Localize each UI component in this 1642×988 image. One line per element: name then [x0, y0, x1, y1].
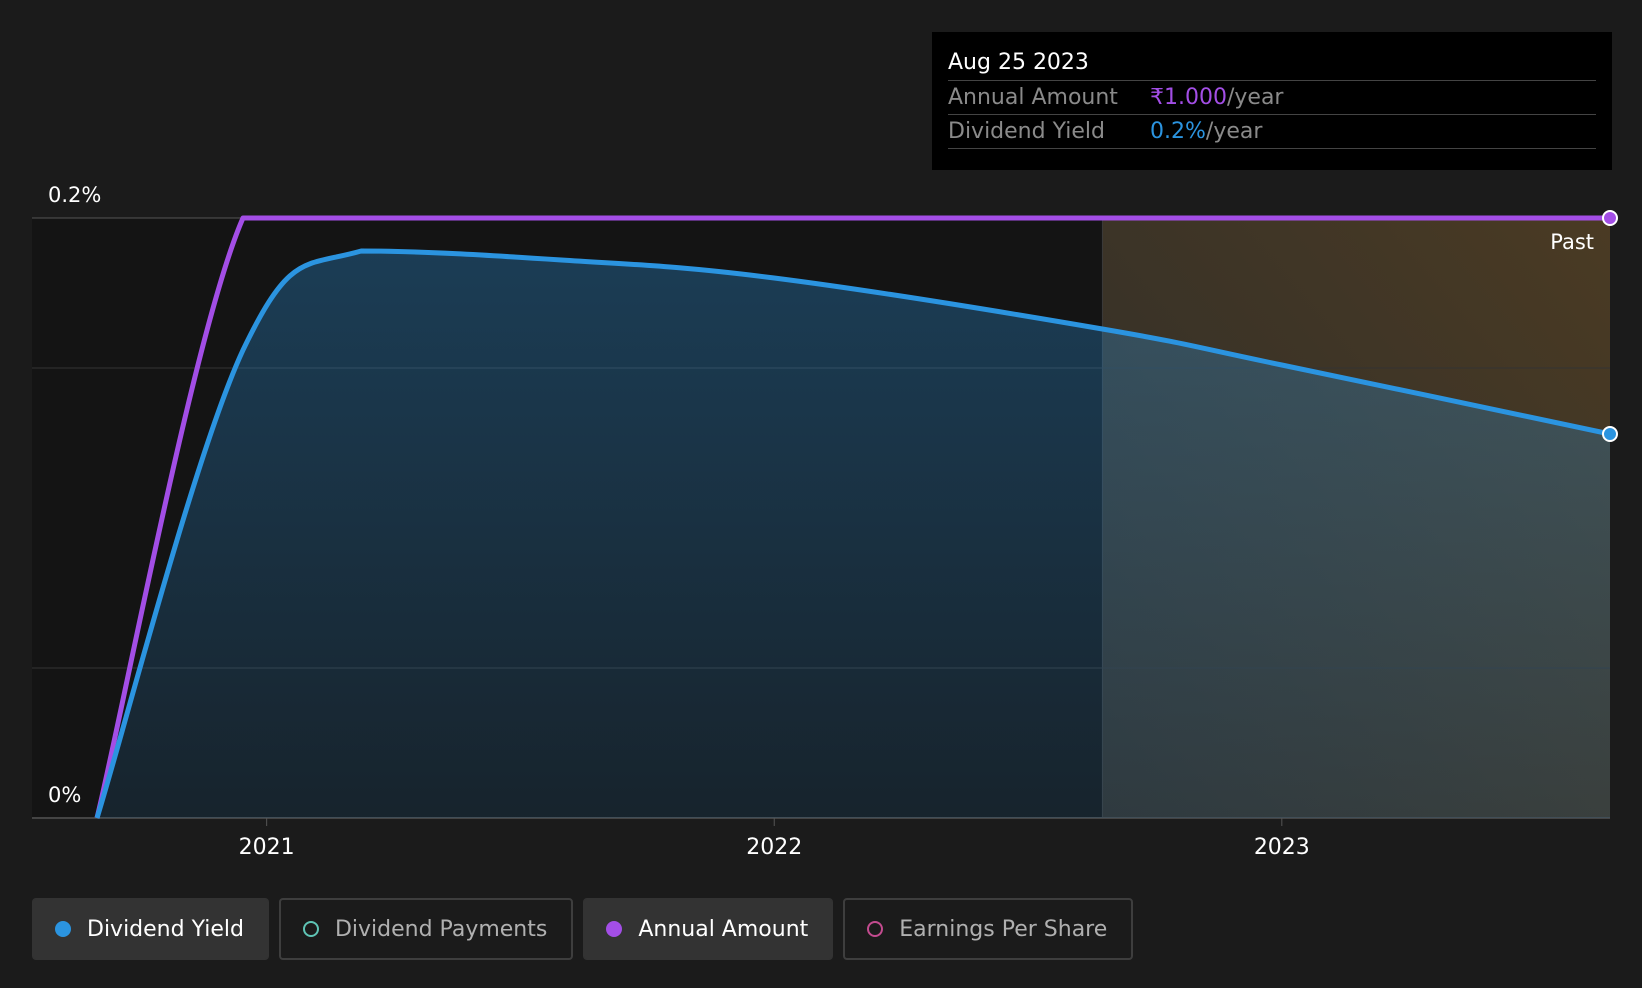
hover-tooltip: Aug 25 2023 Annual Amount ₹1.000 /year D… — [932, 32, 1612, 170]
legend-label: Dividend Payments — [334, 916, 548, 942]
tooltip-suffix: /year — [1226, 85, 1284, 110]
dividend-payments-ring-icon — [302, 921, 319, 937]
tooltip-date: Aug 25 2023 — [948, 48, 1596, 81]
past-label: Past — [1550, 230, 1594, 254]
earnings-per-share-ring-icon — [867, 921, 884, 937]
annual-amount-dot-icon — [606, 921, 623, 937]
tooltip-suffix: /year — [1205, 119, 1263, 144]
legend-item-annual-amount[interactable]: Annual Amount — [583, 898, 834, 960]
legend-item-dividend-payments[interactable]: Dividend Payments — [278, 898, 574, 960]
x-tick-label: 2023 — [1254, 835, 1310, 860]
tooltip-value: ₹1.000 — [1150, 85, 1227, 110]
legend-label: Dividend Yield — [87, 916, 244, 942]
tooltip-row-annual-amount: Annual Amount ₹1.000 /year — [948, 81, 1596, 115]
annual-amount-point — [1602, 210, 1618, 226]
y-tick-label: 0% — [48, 783, 81, 807]
tooltip-row-dividend-yield: Dividend Yield 0.2% /year — [948, 115, 1596, 149]
legend-item-earnings-per-share[interactable]: Earnings Per Share — [843, 898, 1134, 960]
x-tick-label: 2021 — [239, 835, 295, 860]
legend-label: Annual Amount — [638, 916, 809, 942]
legend-item-dividend-yield[interactable]: Dividend Yield — [32, 898, 269, 960]
legend-label: Earnings Per Share — [899, 916, 1108, 942]
y-tick-label: 0.2% — [48, 183, 101, 207]
tooltip-value: 0.2% — [1150, 119, 1206, 144]
x-tick-label: 2022 — [746, 835, 802, 860]
tooltip-label: Annual Amount — [948, 85, 1118, 110]
dividend-yield-dot-icon — [55, 921, 71, 937]
tooltip-label: Dividend Yield — [948, 119, 1105, 144]
dividend-yield-point — [1602, 426, 1618, 442]
dividend-chart: 0.2% 0% 2021 2022 2023 Past Aug 25 2023 Annua… — [0, 0, 1642, 988]
chart-legend: Dividend Yield Dividend Payments Annual … — [32, 898, 1134, 960]
